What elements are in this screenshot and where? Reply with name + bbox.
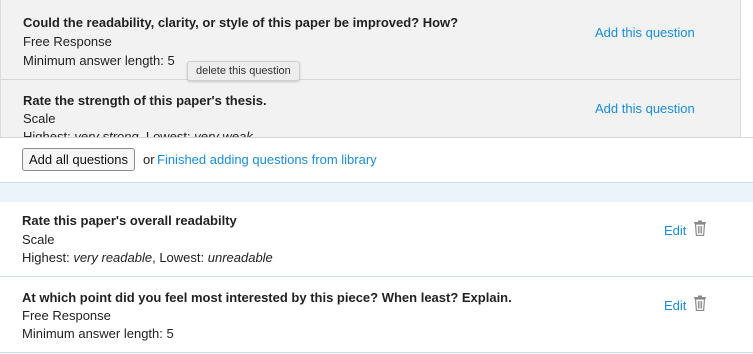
trash-icon[interactable] <box>693 295 707 312</box>
edit-question-link[interactable]: Edit <box>664 223 686 238</box>
highest-value: very strong <box>74 129 139 137</box>
question-title: Rate this paper's overall readabilty <box>22 213 237 228</box>
library-question-item: Could the readability, clarity, or style… <box>1 0 740 80</box>
delete-question-tooltip: delete this question <box>187 61 300 81</box>
added-question-item: Rate this paper's overall readabilty Sca… <box>0 202 753 277</box>
lowest-value: very weak <box>194 129 253 137</box>
lowest-value: unreadable <box>207 250 273 265</box>
question-type: Scale <box>23 111 56 126</box>
question-scale-range: Highest: very readable, Lowest: unreadab… <box>22 250 273 265</box>
section-divider <box>0 182 753 202</box>
edit-question-link[interactable]: Edit <box>664 298 686 313</box>
lowest-prefix: , Lowest: <box>138 129 195 137</box>
add-question-link[interactable]: Add this question <box>595 25 695 40</box>
question-editor: Could the readability, clarity, or style… <box>0 0 753 354</box>
add-all-questions-button[interactable]: Add all questions <box>22 148 136 171</box>
question-type: Free Response <box>23 34 112 49</box>
or-text: or <box>143 152 155 167</box>
question-title: Could the readability, clarity, or style… <box>23 15 459 30</box>
question-library-panel: Could the readability, clarity, or style… <box>0 0 741 137</box>
highest-prefix: Highest: <box>22 250 74 265</box>
highest-prefix: Highest: <box>23 129 75 137</box>
library-action-bar: Add all questions or Finished adding que… <box>0 137 753 182</box>
trash-icon[interactable] <box>693 220 707 237</box>
question-scale-range: Highest: very strong, Lowest: very weak <box>23 129 253 137</box>
question-min-length: Minimum answer length: 5 <box>22 326 174 341</box>
lowest-prefix: , Lowest: <box>152 250 208 265</box>
question-min-length: Minimum answer length: 5 <box>23 53 175 68</box>
finished-adding-link[interactable]: Finished adding questions from library <box>157 152 377 167</box>
question-title: At which point did you feel most interes… <box>22 290 512 305</box>
question-type: Scale <box>22 232 55 247</box>
highest-value: very readable <box>73 250 153 265</box>
library-question-item: Rate the strength of this paper's thesis… <box>1 80 740 137</box>
question-title: Rate the strength of this paper's thesis… <box>23 93 267 108</box>
question-type: Free Response <box>22 308 111 323</box>
added-question-item: At which point did you feel most interes… <box>0 277 753 353</box>
add-question-link[interactable]: Add this question <box>595 101 695 116</box>
